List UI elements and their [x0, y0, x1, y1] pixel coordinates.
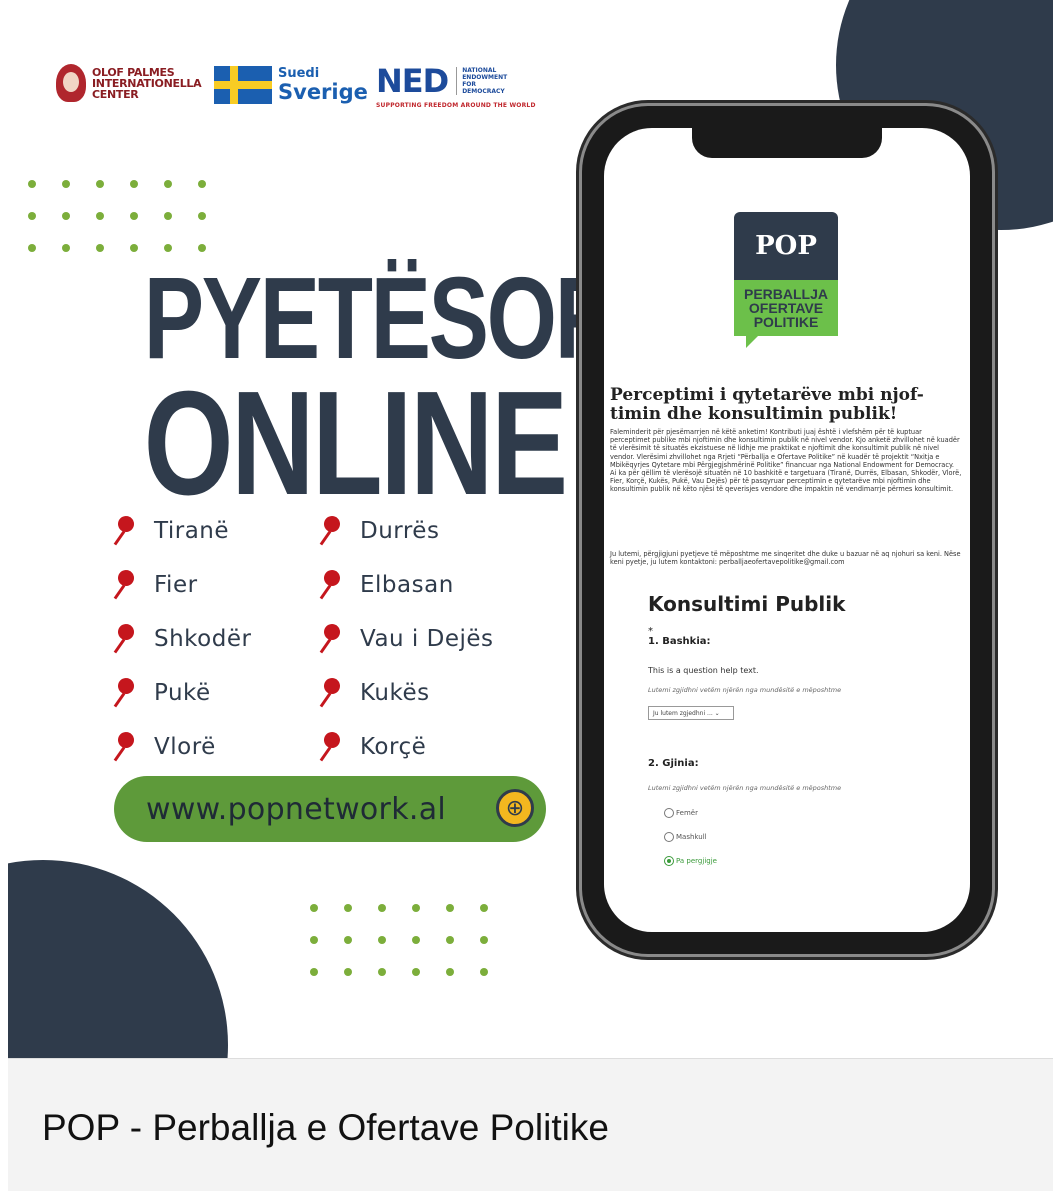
city-name: Fier — [154, 572, 198, 598]
radio-label: Mashkull — [676, 833, 707, 841]
headline: PYETËSOR ONLINE — [92, 253, 620, 526]
link-preview-title[interactable]: POP - Perballja e Ofertave Politike — [42, 1107, 609, 1149]
question-2-hint: Lutemi zgjidhni vetëm njërën nga mundësi… — [648, 784, 842, 792]
phone-mockup: POP PERBALLJA OFERTAVE POLITIKE Percepti… — [582, 106, 992, 954]
pushpin-icon — [114, 624, 136, 654]
city-item: Vau i Dejës — [320, 622, 520, 656]
city-name: Kukës — [360, 680, 430, 706]
pop-logo-bottom: PERBALLJA OFERTAVE POLITIKE — [734, 280, 838, 336]
website-banner[interactable]: www.popnetwork.al ⊕ — [114, 776, 546, 842]
city-name: Elbasan — [360, 572, 454, 598]
pushpin-icon — [320, 516, 342, 546]
pop-logo: POP PERBALLJA OFERTAVE POLITIKE — [734, 212, 838, 362]
form-contact: Ju lutemi, përgjigjuni pyetjeve të mëpos… — [610, 550, 961, 567]
pushpin-icon — [320, 624, 342, 654]
radio-option-male[interactable]: Mashkull — [664, 832, 707, 842]
sweden-logo-line2: Sverige — [278, 80, 368, 104]
pop-logo-line1: PERBALLJA — [743, 286, 828, 302]
city-item: Kukës — [320, 676, 520, 710]
dot-grid-top — [28, 180, 232, 252]
city-name: Shkodër — [154, 626, 252, 652]
post-image[interactable]: OLOF PALMES INTERNATIONELLA CENTER Suedi… — [8, 0, 1053, 1058]
radio-button[interactable] — [664, 808, 674, 818]
city-name: Durrës — [360, 518, 440, 544]
website-url[interactable]: www.popnetwork.al — [146, 792, 446, 827]
decorative-circle-bottom-left — [8, 860, 228, 1058]
olof-palme-logo-text: OLOF PALMES INTERNATIONELLA CENTER — [92, 65, 202, 101]
pop-logo-top: POP — [734, 212, 838, 280]
headline-line1: PYETËSOR — [143, 253, 620, 383]
olof-palme-portrait-icon — [56, 64, 86, 102]
city-list: Tiranë Durrës Fier Elbasan Shkodër Vau i… — [114, 514, 514, 764]
city-name: Korçë — [360, 734, 427, 760]
pushpin-icon — [320, 732, 342, 762]
sweden-logo-line1: Suedi — [278, 66, 320, 81]
city-item: Shkodër — [114, 622, 320, 656]
swedish-flag-icon — [214, 66, 272, 104]
city-item: Korçë — [320, 730, 520, 764]
bashkia-select[interactable]: Ju lutem zgjedhni ... ⌄ — [648, 706, 734, 720]
radio-button[interactable] — [664, 832, 674, 842]
radio-option-female[interactable]: Femër — [664, 808, 698, 818]
headline-line2: ONLINE — [143, 361, 568, 526]
pushpin-icon — [320, 678, 342, 708]
form-section-title: Konsultimi Publik — [648, 592, 846, 616]
pushpin-icon — [320, 570, 342, 600]
link-preview-footer[interactable]: POP - Perballja e Ofertave Politike — [8, 1058, 1053, 1191]
radio-option-no-answer[interactable]: Pa pergjigje — [664, 856, 717, 866]
olof-palme-logo: OLOF PALMES INTERNATIONELLA CENTER — [56, 64, 202, 102]
phone-screen: POP PERBALLJA OFERTAVE POLITIKE Percepti… — [604, 128, 970, 932]
pushpin-icon — [114, 570, 136, 600]
radio-button-selected[interactable] — [664, 856, 674, 866]
city-name: Pukë — [154, 680, 211, 706]
pop-logo-speech-tail — [746, 336, 758, 348]
city-name: Tiranë — [154, 518, 230, 544]
form-title: Perceptimi i qytetarëve mbi njof-timin d… — [610, 385, 924, 424]
ned-logo-word: NED — [376, 62, 449, 100]
radio-label: Pa pergjigje — [676, 857, 717, 865]
city-item: Elbasan — [320, 568, 520, 602]
dot-grid-bottom — [310, 904, 514, 976]
ned-logo: NED NATIONAL ENDOWMENT FOR DEMOCRACY SUP… — [376, 62, 536, 109]
form-description: Faleminderit për pjesëmarrjen në këtë an… — [610, 428, 962, 494]
phone-notch — [692, 128, 882, 158]
sweden-logo: Suedi Sverige — [214, 66, 368, 104]
pushpin-icon — [114, 516, 136, 546]
city-item: Pukë — [114, 676, 320, 710]
question-1-hint: Lutemi zgjidhni vetëm njërën nga mundësi… — [648, 686, 842, 694]
question-2-label: 2. Gjinia: — [648, 758, 699, 769]
pushpin-icon — [114, 732, 136, 762]
question-1-label: 1. Bashkia: — [648, 636, 711, 647]
city-item: Vlorë — [114, 730, 320, 764]
city-name: Vlorë — [154, 734, 216, 760]
city-item: Tiranë — [114, 514, 320, 548]
city-name: Vau i Dejës — [360, 626, 494, 652]
pop-logo-line3: POLITIKE — [753, 314, 819, 330]
pushpin-icon — [114, 678, 136, 708]
city-item: Durrës — [320, 514, 520, 548]
ned-logo-fullname: NATIONAL ENDOWMENT FOR DEMOCRACY — [456, 67, 522, 95]
radio-label: Femër — [676, 809, 698, 817]
city-item: Fier — [114, 568, 320, 602]
ned-logo-tagline: SUPPORTING FREEDOM AROUND THE WORLD — [376, 102, 536, 109]
question-1-help: This is a question help text. — [648, 666, 759, 675]
pop-logo-line2: OFERTAVE — [748, 300, 824, 316]
globe-icon: ⊕ — [496, 789, 534, 827]
